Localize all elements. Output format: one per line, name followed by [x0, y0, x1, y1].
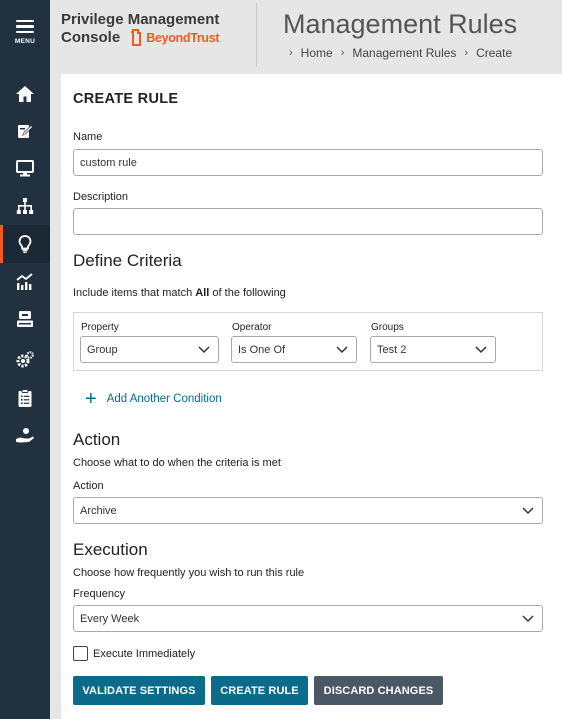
hand-icon — [16, 428, 34, 443]
sidebar-item-rules[interactable] — [0, 225, 50, 263]
beyondtrust-logo: BeyondTrust — [130, 29, 220, 46]
breadcrumb-create: Create — [476, 46, 513, 60]
sidebar-item-settings[interactable] — [0, 341, 50, 379]
home-icon — [16, 86, 34, 102]
add-condition-button[interactable]: + Add Another Condition — [85, 388, 222, 410]
sidebar-item-policies[interactable] — [0, 112, 50, 150]
action-label: Action — [73, 480, 104, 492]
sidebar-item-home[interactable] — [0, 75, 50, 113]
execution-description: Choose how frequently you wish to run th… — [73, 567, 305, 579]
chevron-down-icon — [475, 346, 487, 354]
sidebar-item-tasks[interactable] — [0, 379, 50, 417]
chevron-down-icon — [336, 346, 348, 354]
frequency-select[interactable]: Every Week — [73, 605, 543, 632]
sidebar-item-computers[interactable] — [0, 149, 50, 187]
create-rule-heading: CREATE RULE — [73, 91, 179, 107]
criteria-intro-prefix: Include items that match — [73, 287, 193, 299]
frequency-value: Every Week — [80, 612, 140, 625]
clipboard-icon — [18, 389, 32, 407]
property-label: Property — [81, 322, 119, 333]
groups-select[interactable]: Test 2 — [370, 336, 496, 363]
action-description: Choose what to do when the criteria is m… — [73, 457, 281, 469]
property-select[interactable]: Group — [80, 336, 219, 363]
action-value: Archive — [80, 504, 117, 517]
header-divider — [256, 3, 257, 67]
chevron-down-icon — [198, 346, 210, 354]
define-criteria-heading: Define Criteria — [73, 251, 182, 270]
groups-value: Test 2 — [377, 343, 407, 356]
sidebar-item-servers[interactable] — [0, 300, 50, 338]
breadcrumb-management-rules[interactable]: Management Rules — [352, 46, 456, 60]
menu-button[interactable]: MENU — [0, 0, 50, 64]
brand-title-line2: Console — [61, 28, 121, 46]
logo-text: BeyondTrust — [146, 30, 220, 45]
sidebar-nav: MENU — [0, 0, 50, 719]
menu-label: MENU — [14, 37, 36, 45]
name-input[interactable]: custom rule — [73, 149, 543, 176]
hamburger-icon — [16, 19, 34, 34]
chevron-down-icon — [522, 615, 534, 623]
sidebar-item-requests[interactable] — [0, 417, 50, 455]
validate-settings-button[interactable]: VALIDATE SETTINGS — [73, 676, 205, 705]
discard-changes-button[interactable]: DISCARD CHANGES — [314, 676, 443, 705]
groups-label: Groups — [371, 322, 404, 333]
description-input[interactable] — [73, 208, 543, 235]
property-value: Group — [87, 343, 118, 356]
page-title: Management Rules — [283, 9, 518, 39]
breadcrumb: › Home › Management Rules › Create — [289, 46, 512, 60]
operator-value: Is One Of — [238, 343, 286, 356]
server-icon — [17, 311, 33, 327]
add-condition-label: Add Another Condition — [106, 393, 222, 405]
lightbulb-icon — [18, 235, 32, 253]
policy-edit-icon — [18, 125, 33, 138]
plus-icon: + — [85, 388, 97, 410]
breadcrumb-home[interactable]: Home — [301, 46, 333, 60]
analytics-icon — [16, 273, 33, 290]
name-label: Name — [73, 131, 103, 143]
action-heading: Action — [73, 430, 121, 449]
criteria-intro-suffix: of the following — [212, 287, 286, 299]
beyondtrust-logo-icon — [131, 29, 142, 46]
execution-heading: Execution — [73, 540, 148, 559]
operator-label: Operator — [232, 322, 272, 333]
breadcrumb-separator-icon: › — [289, 47, 293, 59]
computer-icon — [16, 160, 34, 177]
execute-immediately-label: Execute Immediately — [93, 648, 196, 660]
create-rule-button[interactable]: CREATE RULE — [211, 676, 308, 705]
criteria-intro-match-mode: All — [195, 287, 210, 299]
criteria-intro: Include items that match All of the foll… — [73, 287, 286, 299]
criteria-condition-row: Property Group Operator Is One Of Groups… — [73, 312, 543, 371]
operator-select[interactable]: Is One Of — [231, 336, 357, 363]
brand-title: Privilege Management — [61, 11, 220, 28]
breadcrumb-separator-icon: › — [340, 47, 345, 59]
description-label: Description — [73, 191, 129, 203]
execute-immediately-checkbox[interactable] — [73, 646, 88, 661]
breadcrumb-separator-icon: › — [464, 47, 469, 59]
action-select[interactable]: Archive — [73, 497, 543, 524]
brand: Privilege Management Console BeyondTrust — [61, 11, 220, 46]
page-header: Privilege Management Console BeyondTrust… — [50, 0, 562, 72]
chevron-down-icon — [522, 507, 534, 515]
settings-icon — [16, 351, 34, 368]
frequency-label: Frequency — [73, 588, 125, 600]
hierarchy-icon — [16, 198, 34, 214]
sidebar-item-hierarchy[interactable] — [0, 187, 50, 225]
create-rule-card: CREATE RULE Name custom rule Description… — [61, 74, 562, 719]
sidebar-item-analytics[interactable] — [0, 263, 50, 301]
